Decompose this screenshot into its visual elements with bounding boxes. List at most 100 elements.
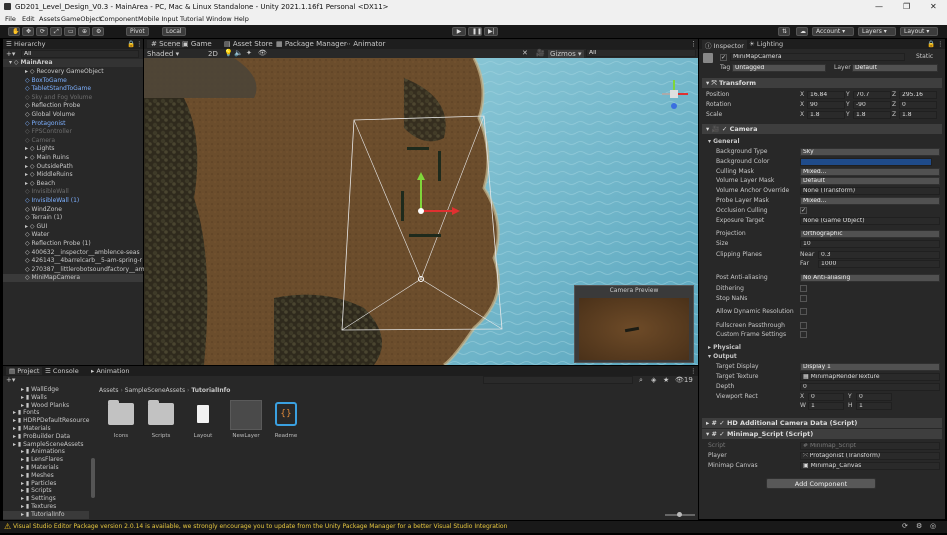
- project-tree-item[interactable]: ▸ ▮ Particles: [3, 480, 89, 488]
- hidden-toggle-icon[interactable]: 👁: [258, 49, 267, 57]
- camera-row-object-field[interactable]: None (Transform): [800, 187, 940, 196]
- rotation-z-field[interactable]: 0: [899, 101, 937, 109]
- custom-tool-icon[interactable]: ⚙: [92, 27, 104, 36]
- label-filter-icon[interactable]: ◈: [651, 376, 656, 384]
- lock-icon[interactable]: 🔒: [927, 40, 935, 48]
- project-tree-item[interactable]: ▸ ▮ WallEdge: [3, 386, 89, 394]
- position-x-field[interactable]: 16.84: [807, 91, 845, 99]
- hierarchy-item[interactable]: ◇ Camera: [3, 137, 143, 145]
- canvas-field[interactable]: ▣ Minimap_Canvas: [800, 462, 940, 470]
- hierarchy-item[interactable]: ▸ ◇ Main Ruins: [3, 154, 143, 162]
- projection-dropdown[interactable]: Orthographic: [800, 230, 940, 238]
- depth-field[interactable]: 0: [800, 383, 940, 391]
- more-icon[interactable]: ⋮: [690, 40, 697, 48]
- camera-row-object-field[interactable]: None (Game Object): [800, 216, 940, 225]
- hierarchy-item[interactable]: ◇ Global Volume: [3, 111, 143, 119]
- camera-settings-icon[interactable]: 🎥: [536, 49, 545, 57]
- physical-foldout[interactable]: ▸ Physical: [708, 343, 741, 352]
- tab-lighting[interactable]: ☀ Lighting: [749, 40, 783, 48]
- hand-tool-icon[interactable]: ✋: [8, 27, 20, 36]
- allow-dynres-checkbox[interactable]: [800, 308, 807, 315]
- zoom-slider[interactable]: [665, 512, 695, 517]
- favorite-icon[interactable]: ★: [663, 376, 669, 384]
- vp-x-field[interactable]: 0: [808, 393, 844, 401]
- scale-z-field[interactable]: 1.8: [899, 111, 937, 119]
- hierarchy-item[interactable]: ▸ ◇ Recovery GameObject: [3, 68, 143, 76]
- account-dropdown[interactable]: Account ▾: [812, 27, 854, 36]
- menu-mobile-input[interactable]: Mobile Input: [138, 15, 178, 23]
- more-icon[interactable]: ⋮: [937, 40, 944, 48]
- position-y-field[interactable]: 70.7: [853, 91, 891, 99]
- tab-package-manager[interactable]: ▦ Package Manager: [276, 40, 347, 48]
- hierarchy-item[interactable]: ◇ Reflection Probe: [3, 102, 143, 110]
- hierarchy-item[interactable]: ◇ 270387__littlerobotsoundfactory__am: [3, 266, 145, 274]
- tab-project[interactable]: ▤ Project: [6, 367, 43, 375]
- cloud-icon[interactable]: ☁: [796, 27, 808, 36]
- hierarchy-item[interactable]: ▸ ◇ Beach: [3, 180, 143, 188]
- gizmos-dropdown[interactable]: Gizmos ▾: [548, 50, 584, 58]
- menu-file[interactable]: File: [5, 15, 16, 23]
- camera-row-dropdown[interactable]: Mixed...: [800, 167, 940, 176]
- rotate-tool-icon[interactable]: ⟳: [36, 27, 48, 36]
- near-field[interactable]: 0.3: [818, 251, 940, 259]
- menu-tutorial[interactable]: Tutorial: [180, 15, 204, 23]
- size-field[interactable]: 10: [800, 240, 940, 248]
- tab-console[interactable]: ☰ Console: [45, 367, 79, 375]
- scale-tool-icon[interactable]: ⤢: [50, 27, 62, 36]
- fullscreen-checkbox[interactable]: [800, 322, 807, 329]
- 2d-toggle[interactable]: 2D: [208, 50, 218, 58]
- layer-dropdown[interactable]: Default: [852, 64, 938, 72]
- pause-icon[interactable]: ❚❚: [468, 27, 482, 36]
- minimize-icon[interactable]: —: [875, 2, 883, 11]
- scene-viewport[interactable]: Camera Preview: [144, 58, 698, 365]
- lock-icon[interactable]: 🔒: [127, 40, 135, 48]
- close-icon[interactable]: ✕: [930, 2, 937, 11]
- transform-tool-icon[interactable]: ⊕: [78, 27, 90, 36]
- hierarchy-search[interactable]: +▾ All: [5, 50, 141, 58]
- hd-camera-header[interactable]: ▸ # ✓ HD Additional Camera Data (Script): [702, 418, 942, 428]
- hierarchy-tab[interactable]: Hierarchy: [14, 40, 45, 48]
- menu-assets[interactable]: Assets: [39, 15, 60, 23]
- output-foldout[interactable]: ▾ Output: [708, 352, 737, 361]
- tab-scene[interactable]: # Scene: [147, 40, 185, 48]
- hierarchy-item[interactable]: ◇ TabletStandToGame: [3, 85, 143, 93]
- audio-toggle-icon[interactable]: 🔈: [234, 49, 243, 57]
- step-icon[interactable]: ▶|: [484, 27, 498, 36]
- filter-icon[interactable]: ⌕: [639, 376, 643, 385]
- player-field[interactable]: ⤧ Protagonist (Transform): [800, 452, 940, 460]
- scale-x-field[interactable]: 1.8: [807, 111, 845, 119]
- hierarchy-item[interactable]: ◇ FPSController: [3, 128, 143, 136]
- hierarchy-item[interactable]: ◇ Sky and Fog Volume: [3, 94, 143, 102]
- minimap-script-header[interactable]: ▾ # ✓ Minimap_Script (Script): [702, 429, 942, 439]
- hierarchy-item[interactable]: ▸ ◇ GUI: [3, 223, 143, 231]
- target-texture-field[interactable]: ▦ MinimapRenderTexture: [800, 373, 940, 381]
- effects-toggle-icon[interactable]: ✦: [246, 49, 252, 57]
- project-tree-item[interactable]: ▸ ▮ Settings: [3, 495, 89, 503]
- hierarchy-item[interactable]: ▸ ◇ MiddleRuins: [3, 171, 143, 179]
- notification-icon[interactable]: ◎: [930, 522, 936, 530]
- layers-dropdown[interactable]: Layers ▾: [858, 27, 896, 36]
- project-tree-item[interactable]: ▸ ▮ Materials: [3, 464, 89, 472]
- hierarchy-item[interactable]: ◇ MiniMapCamera: [3, 274, 143, 283]
- tools-icon[interactable]: ✕: [522, 49, 528, 57]
- hierarchy-item[interactable]: ◇ Reflection Probe (1): [3, 240, 143, 248]
- far-field[interactable]: 1000: [818, 260, 940, 268]
- orientation-gizmo-icon[interactable]: [656, 76, 692, 112]
- tab-inspector[interactable]: ⓘ Inspector: [702, 40, 747, 50]
- object-name-field[interactable]: MiniMapCamera: [730, 53, 905, 61]
- general-foldout[interactable]: ▾ General: [708, 137, 740, 146]
- vp-y-field[interactable]: 0: [856, 393, 892, 401]
- tab-animator[interactable]: ⋯ Animator: [344, 40, 385, 48]
- hierarchy-item[interactable]: ◇ BoxToGame: [3, 77, 143, 85]
- bug-icon[interactable]: ⚙: [916, 522, 922, 530]
- project-tree-item[interactable]: ▸ ▮ Fonts: [3, 409, 89, 417]
- layout-dropdown[interactable]: Layout ▾: [900, 27, 938, 36]
- project-tree-item[interactable]: ▸ ▮ SampleSceneAssets: [3, 441, 89, 449]
- hierarchy-item[interactable]: ◇ WindZone: [3, 206, 143, 214]
- stop-nans-checkbox[interactable]: [800, 295, 807, 302]
- asset-new-layer[interactable]: NewLayer: [229, 400, 263, 439]
- tab-animation[interactable]: ▸ Animation: [91, 367, 129, 375]
- hierarchy-item[interactable]: ◇ Protagonist: [3, 120, 143, 128]
- hierarchy-item[interactable]: ◇ 400632__inspector__amblence-seas: [3, 249, 143, 257]
- project-tree-item[interactable]: ▸ ▮ Textures: [3, 503, 89, 511]
